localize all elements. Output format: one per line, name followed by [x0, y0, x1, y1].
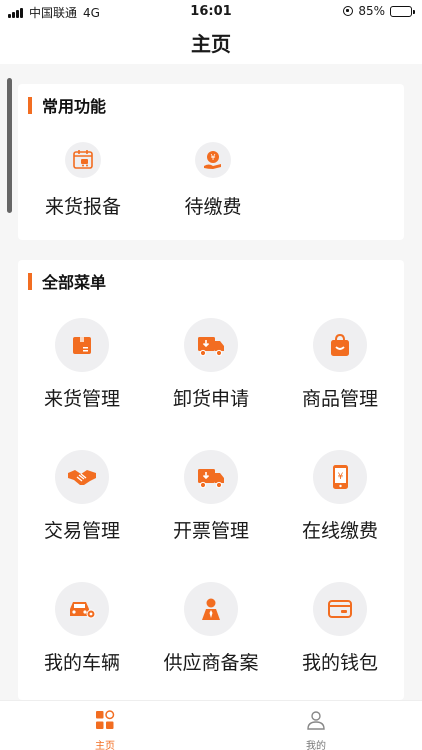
menu-item-goods-management[interactable]: 商品管理 — [290, 318, 390, 411]
common-item-pending-fee[interactable]: ¥ 待缴费 — [168, 142, 258, 219]
handshake-icon — [55, 450, 109, 504]
battery-icon — [390, 5, 415, 17]
common-section-title: 常用功能 — [42, 97, 107, 116]
user-icon — [306, 710, 326, 734]
menu-item-incoming-goods[interactable]: 来货管理 — [32, 318, 132, 411]
tab-bar: 主页 我的 — [0, 700, 422, 750]
menu-item-online-payment[interactable]: ¥ 在线缴费 — [290, 450, 390, 543]
scroll-indicator[interactable] — [7, 78, 12, 213]
package-box-icon — [55, 318, 109, 372]
menu-item-label: 来货管理 — [43, 388, 120, 410]
section-accent-bar — [28, 272, 32, 290]
menu-item-label: 开票管理 — [172, 520, 249, 542]
menu-item-my-vehicles[interactable]: 我的车辆 — [32, 582, 132, 675]
yuan-hand-icon: ¥ — [195, 142, 231, 178]
section-accent-bar — [28, 96, 32, 114]
menu-item-label: 商品管理 — [301, 388, 378, 410]
menu-item-label: 我的车辆 — [43, 652, 120, 674]
tab-mine-label: 我的 — [306, 741, 326, 750]
menu-item-my-wallet[interactable]: 我的钱包 — [290, 582, 390, 675]
common-section-header: 常用功能 — [28, 94, 106, 116]
home-grid-icon — [95, 710, 115, 734]
menu-item-label: 交易管理 — [43, 520, 120, 542]
common-item-label: 来货报备 — [44, 196, 121, 218]
status-right: 85% — [343, 4, 415, 18]
all-menu-section-title: 全部菜单 — [42, 273, 107, 292]
supplier-person-icon — [184, 582, 238, 636]
status-bar: 中国联通 4G 16:01 85% — [0, 0, 422, 24]
svg-text:¥: ¥ — [210, 153, 215, 162]
battery-percent: 85% — [358, 4, 385, 18]
tab-home-label: 主页 — [95, 741, 115, 750]
mobile-pay-icon: ¥ — [313, 450, 367, 504]
truck-calendar-icon — [65, 142, 101, 178]
menu-item-label: 我的钱包 — [301, 652, 378, 674]
menu-item-label: 供应商备案 — [163, 652, 259, 674]
common-item-report[interactable]: 来货报备 — [38, 142, 128, 219]
common-functions-card: 常用功能 来货报备 ¥ 待缴费 — [18, 84, 404, 240]
orientation-lock-icon — [343, 6, 354, 16]
menu-item-unload-request[interactable]: 卸货申请 — [161, 318, 261, 411]
svg-text:¥: ¥ — [338, 472, 344, 482]
wallet-card-icon — [313, 582, 367, 636]
menu-item-invoice-management[interactable]: 开票管理 — [161, 450, 261, 543]
menu-item-trade-management[interactable]: 交易管理 — [32, 450, 132, 543]
all-menu-section-header: 全部菜单 — [28, 270, 106, 292]
menu-item-supplier-filing[interactable]: 供应商备案 — [156, 582, 266, 675]
car-gear-icon — [55, 582, 109, 636]
shopping-bag-icon — [313, 318, 367, 372]
nav-bar: 主页 — [0, 24, 422, 64]
tab-home[interactable]: 主页 — [65, 710, 145, 750]
invoice-truck-icon — [184, 450, 238, 504]
page-title: 主页 — [191, 32, 231, 56]
all-menu-card: 全部菜单 来货管理 卸货申请 商品管理 交易管理 开票管理 ¥ 在线缴费 我的车… — [18, 260, 404, 700]
common-item-label: 待缴费 — [184, 196, 242, 218]
tab-mine[interactable]: 我的 — [276, 710, 356, 750]
unload-truck-icon — [184, 318, 238, 372]
menu-item-label: 卸货申请 — [172, 388, 249, 410]
menu-item-label: 在线缴费 — [301, 520, 378, 542]
